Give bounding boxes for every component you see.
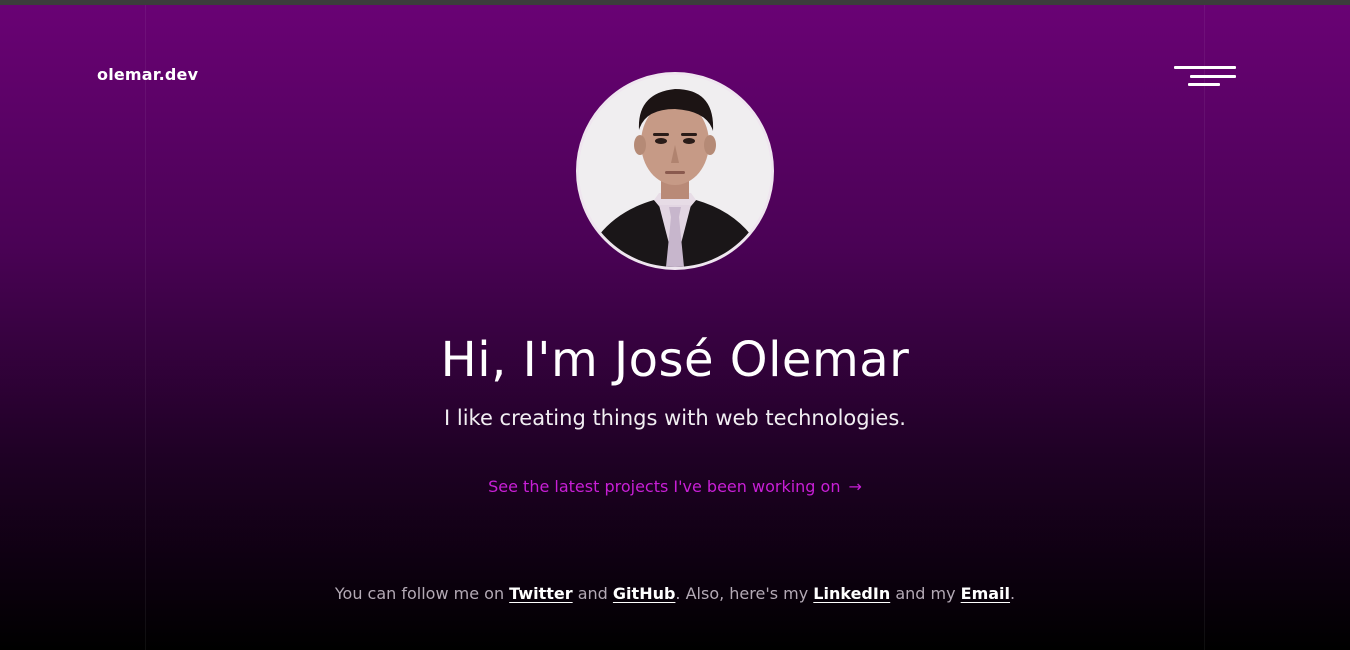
menu-line-1 — [1174, 66, 1236, 69]
projects-link-label: See the latest projects I've been workin… — [488, 477, 841, 496]
avatar — [576, 72, 774, 270]
email-link[interactable]: Email — [961, 584, 1010, 603]
social-links-text: You can follow me on Twitter and GitHub.… — [0, 584, 1350, 603]
follow-text-1: You can follow me on — [334, 584, 510, 603]
menu-line-2 — [1190, 75, 1236, 78]
follow-text-5: . — [1010, 584, 1016, 603]
menu-icon[interactable] — [1172, 62, 1238, 90]
github-link[interactable]: GitHub — [613, 584, 676, 603]
follow-text-2: and — [572, 584, 613, 603]
guide-line-right — [1204, 5, 1205, 650]
tagline: I like creating things with web technolo… — [444, 406, 906, 430]
page-title: Hi, I'm José Olemar — [440, 332, 910, 388]
window-top-bar — [0, 0, 1350, 5]
follow-text-4: and my — [890, 584, 961, 603]
menu-line-3 — [1188, 83, 1220, 86]
projects-link[interactable]: See the latest projects I've been workin… — [0, 477, 1350, 496]
twitter-link[interactable]: Twitter — [509, 584, 572, 603]
guide-line-left — [145, 5, 146, 650]
arrow-right-icon: → — [848, 477, 862, 496]
follow-text-3: . Also, here's my — [675, 584, 814, 603]
linkedin-link[interactable]: LinkedIn — [813, 584, 890, 603]
site-brand[interactable]: olemar.dev — [97, 65, 198, 84]
